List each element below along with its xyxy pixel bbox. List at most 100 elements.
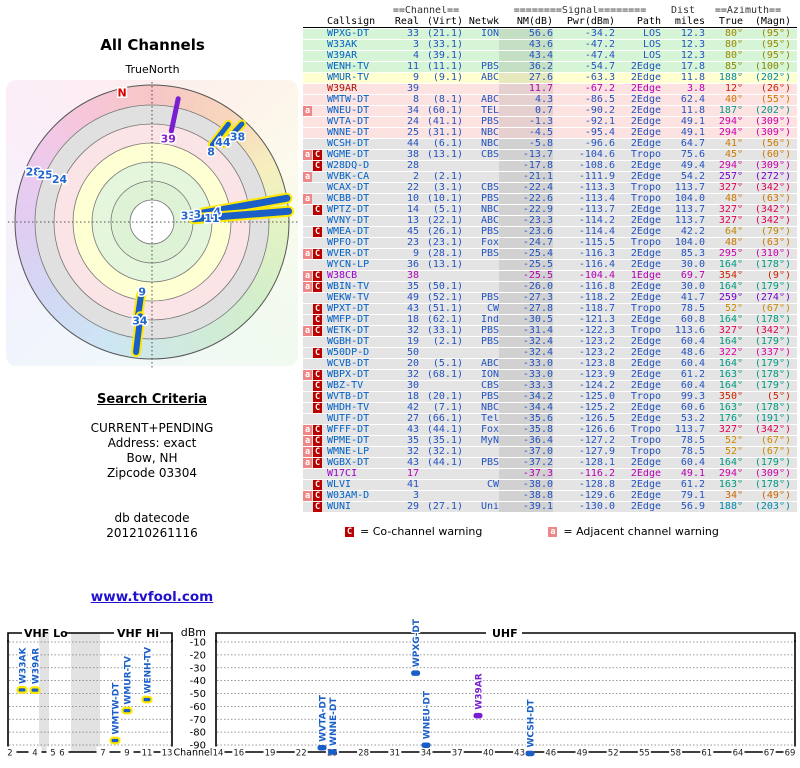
cell-power: -54.7 [584,62,615,72]
cell-path: 2Edge [630,315,661,325]
table-row: W17CI 17 -37.3 -116.2 2Edge 49.1 294° (309°) [303,469,797,480]
table-row: W39AR 4 (39.1) 43.4 -47.4 LOS 12.3 80° (95°) [303,51,797,62]
cell-real-channel: 43 [406,304,419,314]
cell-power: -95.4 [584,128,615,138]
cell-azimuth-true: 80° [724,40,743,50]
cell-azimuth-true: 188° [718,73,743,83]
cell-azimuth-magnetic: (178°) [754,403,791,413]
cell-virtual-channel: (28.1) [426,249,463,259]
search-city: Bow, NH [126,451,178,465]
signal-marker [411,670,421,676]
co-channel-warning-icon: C [313,480,322,490]
cell-noise-margin: -37.2 [499,458,553,468]
cell-real-channel: 14 [406,205,419,215]
cell-callsign: WCSH-DT [327,139,370,149]
cell-callsign: WENH-TV [327,62,370,72]
station-table-body: WPXG-DT 33 (21.1) ION 56.6 -34.2 LOS 12.3 80° (95… [303,29,797,513]
radar-channel-label: 34 [132,314,148,327]
table-row: WVNY-DT 13 (22.1) ABC -23.3 -114.2 2Edge 113.7 3… [303,216,797,227]
cell-virtual-channel: (23.1) [426,238,463,248]
cell-path: 2Edge [630,139,661,149]
cell-real-channel: 36 [406,260,419,270]
cell-azimuth-true: 294° [718,117,743,127]
cell-power: -127.9 [578,447,615,457]
cell-real-channel: 19 [406,337,419,347]
cell-noise-margin: 43.4 [499,51,553,61]
cell-path: 2Edge [630,95,661,105]
cell-real-channel: 34 [406,106,419,116]
table-column-header: Callsign Real (Virt) Netwk NM(dB) Pwr(dB… [303,16,797,28]
cell-network: PBS [480,62,499,72]
cell-miles: 78.5 [680,304,705,314]
signal-marker [327,749,337,755]
table-row: C WHDH-TV 42 (7.1) NBC -34.4 -125.2 2Edge 60.6 16… [303,403,797,414]
cell-noise-margin: -30.5 [499,315,553,325]
cell-azimuth-magnetic: (179°) [754,282,791,292]
co-channel-warning-icon: C [313,150,322,160]
cell-azimuth-magnetic: (178°) [754,315,791,325]
cell-miles: 56.9 [680,502,705,512]
cell-path: Tropo [630,194,661,204]
cell-azimuth-true: 48° [724,194,743,204]
cell-power: -104.6 [578,150,615,160]
radar-title: All Channels [100,36,205,54]
channel-tick-label: 4 [32,749,37,759]
cell-virtual-channel: (44.1) [426,458,463,468]
warning-flags [303,337,327,347]
dbm-tick-label: -60 [190,702,206,713]
co-channel-warning-icon: C [313,326,322,336]
cell-real-channel: 43 [406,458,419,468]
cell-callsign: W33AK [327,40,358,50]
cell-azimuth-magnetic: (63°) [760,194,791,204]
azimuth-group-header: ==Azimuth== [714,6,782,16]
cell-miles: 17.8 [680,62,705,72]
cell-azimuth-magnetic: (56°) [760,139,791,149]
cell-miles: 113.6 [674,326,705,336]
cell-callsign: W39AR [327,84,358,94]
cell-power: -116.3 [578,249,615,259]
cell-virtual-channel: (33.1) [426,40,463,50]
cell-real-channel: 32 [406,447,419,457]
cell-real-channel: 35 [406,436,419,446]
cell-virtual-channel: (11.1) [426,62,463,72]
cell-miles: 75.6 [680,150,705,160]
adjacent-warning-text: = Adjacent channel warning [563,525,719,538]
cell-path: 2Edge [630,414,661,424]
cell-network: PBS [480,249,499,259]
cell-azimuth-true: 327° [718,326,743,336]
cell-noise-margin: -27.8 [499,304,553,314]
signal-marker-label: WENH-TV [144,647,154,694]
warning-flags [303,95,327,105]
cell-network: CBS [480,150,499,160]
cell-azimuth-magnetic: (309°) [754,161,791,171]
cell-path: 2Edge [630,73,661,83]
cell-azimuth-magnetic: (95°) [760,51,791,61]
cell-azimuth-magnetic: (9°) [766,271,791,281]
cell-virtual-channel: (68.1) [426,370,463,380]
cell-path: Tropo [630,447,661,457]
cell-power: -126.5 [578,414,615,424]
cell-noise-margin: -17.8 [499,161,553,171]
cell-miles: 113.7 [674,216,705,226]
cell-miles: 64.7 [680,139,705,149]
cell-real-channel: 32 [406,370,419,380]
tvfool-link[interactable]: www.tvfool.com [52,589,252,605]
table-row: C W50DP-D 50 -32.4 -123.2 2Edge 48.6 322° (337°) [303,348,797,359]
cell-noise-margin: 56.6 [499,29,553,39]
col-path: Path [636,16,661,27]
vhf-hi-label: VHF Hi [117,627,159,640]
warning-flags: aC [303,249,327,259]
cell-miles: 60.4 [680,337,705,347]
cell-path: 2Edge [630,348,661,358]
signal-marker [141,695,153,704]
cell-path: 2Edge [630,381,661,391]
warning-flags: aC [303,150,327,160]
table-row: WGBH-DT 19 (2.1) PBS -32.4 -123.2 2Edge 60.4 164… [303,337,797,348]
warning-flags: aC [303,436,327,446]
cell-virtual-channel: (51.1) [426,304,463,314]
cell-azimuth-magnetic: (274°) [754,293,791,303]
cell-network: CW [486,304,499,314]
cell-path: Tropo [630,238,661,248]
warning-flags: aC [303,326,327,336]
cell-callsign: WLVI [327,480,352,490]
